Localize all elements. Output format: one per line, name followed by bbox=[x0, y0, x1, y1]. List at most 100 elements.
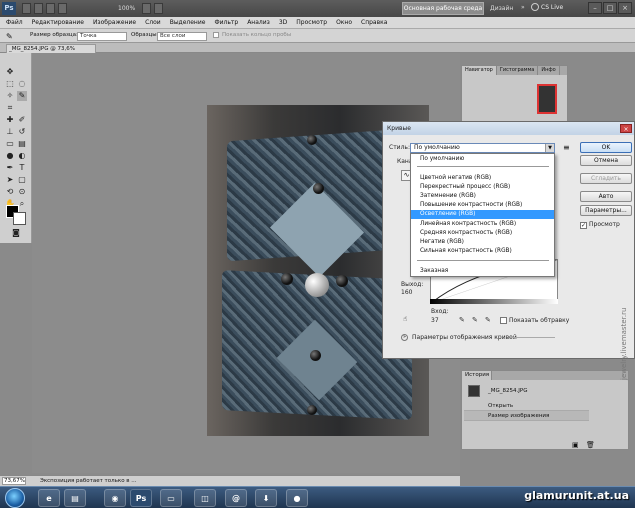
shape-tool-icon[interactable]: ▢ bbox=[17, 175, 27, 185]
minibridge-icon[interactable] bbox=[34, 3, 43, 14]
menu-analysis[interactable]: Анализ bbox=[247, 17, 270, 28]
zoom-icon[interactable] bbox=[58, 3, 67, 14]
input-value[interactable]: 37 bbox=[431, 317, 439, 324]
3d-orbit-tool-icon[interactable]: ⊙ bbox=[17, 187, 27, 197]
blur-tool-icon[interactable]: ● bbox=[5, 151, 15, 161]
smooth-button[interactable]: Сгладить bbox=[580, 173, 632, 184]
minimize-button[interactable]: – bbox=[588, 2, 602, 14]
quick-select-tool-icon[interactable]: ✧ bbox=[5, 91, 15, 101]
eyedropper-tool-icon[interactable]: ✎ bbox=[6, 32, 13, 41]
bridge-icon[interactable] bbox=[22, 3, 31, 14]
eraser-tool-icon[interactable]: ▭ bbox=[5, 139, 15, 149]
style-select[interactable]: По умолчанию ▼ bbox=[410, 143, 555, 153]
curve-display-options[interactable]: Параметры отображения кривой bbox=[412, 334, 517, 341]
ie-icon[interactable]: e bbox=[38, 489, 60, 507]
cancel-button[interactable]: Отмена bbox=[580, 155, 632, 166]
dropdown-item[interactable]: Перекрестный процесс (RGB) bbox=[411, 183, 554, 192]
expand-icon[interactable]: » bbox=[521, 4, 525, 11]
brush-tool-icon[interactable]: ✐ bbox=[17, 115, 27, 125]
dropdown-item[interactable]: Заказная bbox=[411, 267, 554, 276]
stamp-tool-icon[interactable]: ⊥ bbox=[5, 127, 15, 137]
history-snapshot[interactable]: _MG_8254.JPG bbox=[464, 383, 589, 399]
maximize-button[interactable]: □ bbox=[603, 2, 617, 14]
sample-size-select[interactable]: Точка bbox=[77, 32, 127, 41]
new-snapshot-icon[interactable]: ▣ bbox=[572, 441, 579, 449]
white-eyedropper-icon[interactable]: ✎ bbox=[485, 316, 492, 324]
options-button[interactable]: Параметры... bbox=[580, 205, 632, 216]
document-tab[interactable]: _MG_8254.JPG @ 73,6% (RGB/8) * bbox=[6, 44, 96, 60]
ok-button[interactable]: OK bbox=[580, 142, 632, 153]
trash-icon[interactable]: 🗑 bbox=[586, 441, 595, 449]
gray-eyedropper-icon[interactable]: ✎ bbox=[472, 316, 479, 324]
dropdown-item[interactable]: Сильная контрастность (RGB) bbox=[411, 247, 554, 256]
black-eyedropper-icon[interactable]: ✎ bbox=[459, 316, 466, 324]
menu-select[interactable]: Выделение bbox=[170, 17, 206, 28]
show-ring-checkbox[interactable] bbox=[213, 32, 219, 38]
history-step[interactable]: Открыть bbox=[464, 401, 589, 411]
expand-options-icon[interactable]: » bbox=[401, 334, 408, 341]
cslive-button[interactable]: CS Live bbox=[541, 4, 563, 11]
download-icon[interactable]: ⬇ bbox=[255, 489, 277, 507]
move-tool-icon[interactable]: ✥ bbox=[5, 67, 15, 77]
preset-options-icon[interactable]: ≡ bbox=[563, 143, 570, 152]
tab-history[interactable]: История bbox=[462, 371, 492, 380]
tab-info[interactable]: Инфо bbox=[538, 66, 560, 75]
output-value[interactable]: 160 bbox=[401, 289, 412, 296]
zoom-field[interactable]: 73,67% bbox=[2, 477, 26, 485]
type-tool-icon[interactable]: T bbox=[17, 163, 27, 173]
explorer-icon[interactable]: ▤ bbox=[64, 489, 86, 507]
curves-close-button[interactable]: × bbox=[620, 124, 632, 133]
tab-navigator[interactable]: Навигатор bbox=[462, 66, 497, 75]
3d-rotate-tool-icon[interactable]: ⟲ bbox=[5, 187, 15, 197]
firefox-icon[interactable]: ◉ bbox=[104, 489, 126, 507]
dropdown-item-selected[interactable]: Осветление (RGB) bbox=[411, 210, 554, 219]
samples-select[interactable]: Все слои bbox=[157, 32, 207, 41]
marquee-tool-icon[interactable]: ⬚ bbox=[5, 79, 15, 89]
start-button[interactable] bbox=[5, 488, 25, 508]
design-workspace-link[interactable]: Дизайн bbox=[490, 5, 513, 12]
media-icon[interactable]: ● bbox=[286, 489, 308, 507]
status-text[interactable]: Экспозиция работает только в ... bbox=[40, 476, 137, 486]
history-brush-icon[interactable]: ↺ bbox=[17, 127, 27, 137]
adjust-hand-icon[interactable]: ☝ bbox=[403, 315, 407, 323]
window-icon[interactable]: ◫ bbox=[194, 489, 216, 507]
show-clipping-checkbox[interactable] bbox=[500, 317, 507, 324]
close-button[interactable]: × bbox=[618, 2, 632, 14]
screen-mode-icon[interactable] bbox=[154, 3, 163, 14]
history-step[interactable]: Размер изображения bbox=[464, 411, 589, 421]
dropdown-item[interactable]: Средняя контрастность (RGB) bbox=[411, 229, 554, 238]
menu-help[interactable]: Справка bbox=[361, 17, 387, 28]
menu-file[interactable]: Файл bbox=[6, 17, 23, 28]
quick-mask-icon[interactable]: ◙ bbox=[11, 228, 21, 238]
dodge-tool-icon[interactable]: ◐ bbox=[17, 151, 27, 161]
lasso-tool-icon[interactable]: ◌ bbox=[17, 79, 27, 89]
workspace-button[interactable]: Основная рабочая среда bbox=[402, 2, 484, 15]
menu-image[interactable]: Изображение bbox=[93, 17, 136, 28]
photoshop-task-icon[interactable]: Ps bbox=[130, 489, 152, 507]
mail-icon[interactable]: @ bbox=[225, 489, 247, 507]
menu-view[interactable]: Просмотр bbox=[296, 17, 327, 28]
menu-window[interactable]: Окно bbox=[336, 17, 352, 28]
menu-layers[interactable]: Слои bbox=[145, 17, 161, 28]
navigator-thumbnail[interactable] bbox=[537, 84, 557, 114]
chevron-down-icon[interactable]: ▼ bbox=[545, 144, 554, 152]
dropdown-item[interactable]: Линейная контрастность (RGB) bbox=[411, 220, 554, 229]
folder-icon[interactable]: ▭ bbox=[160, 489, 182, 507]
menu-edit[interactable]: Редактирование bbox=[32, 17, 84, 28]
zoom-level[interactable]: 100% bbox=[118, 5, 135, 12]
menu-filter[interactable]: Фильтр bbox=[214, 17, 238, 28]
preview-checkbox[interactable]: ✓ bbox=[580, 222, 587, 229]
healing-tool-icon[interactable]: ✚ bbox=[5, 115, 15, 125]
path-select-tool-icon[interactable]: ➤ bbox=[5, 175, 15, 185]
crop-tool-icon[interactable]: ⌗ bbox=[5, 103, 15, 113]
dropdown-item[interactable]: Негатив (RGB) bbox=[411, 238, 554, 247]
arrange-icon[interactable] bbox=[142, 3, 151, 14]
pen-tool-icon[interactable]: ✒ bbox=[5, 163, 15, 173]
auto-button[interactable]: Авто bbox=[580, 191, 632, 202]
dropdown-item[interactable]: Повышение контрастности (RGB) bbox=[411, 201, 554, 210]
menu-3d[interactable]: 3D bbox=[279, 17, 287, 28]
gradient-tool-icon[interactable]: ▤ bbox=[17, 139, 27, 149]
dropdown-item[interactable]: По умолчанию bbox=[411, 155, 554, 164]
tab-histogram[interactable]: Гистограмма bbox=[497, 66, 539, 75]
eyedropper-tool-icon-selected[interactable]: ✎ bbox=[17, 91, 27, 101]
